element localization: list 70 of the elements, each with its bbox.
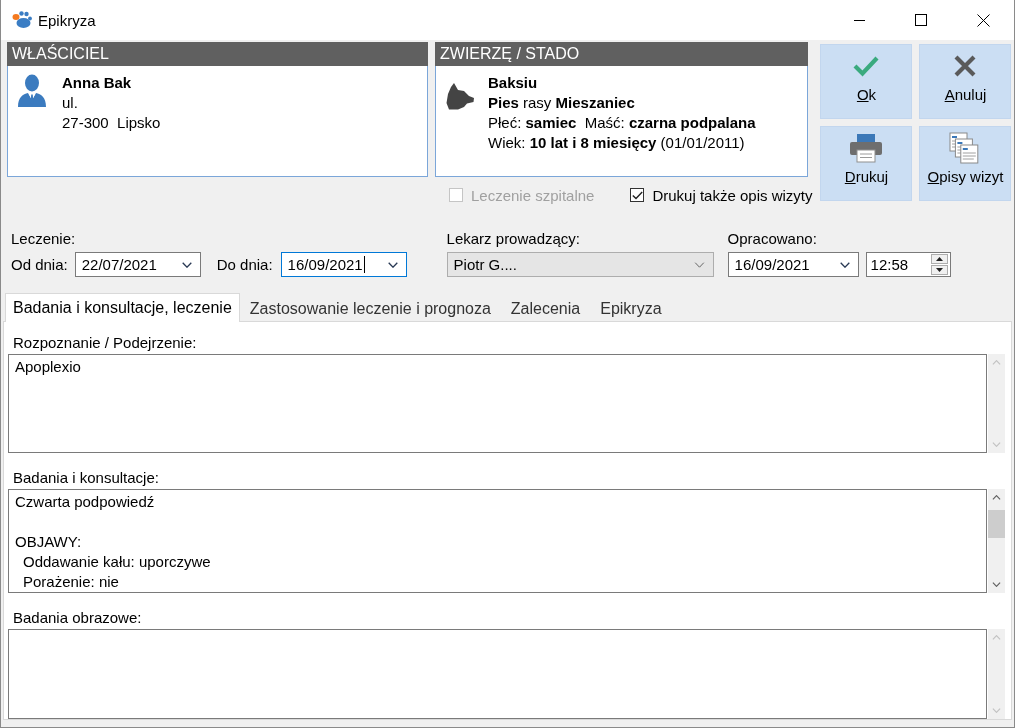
chevron-down-icon [992, 582, 1001, 587]
text-cursor-icon [363, 256, 365, 273]
panel-header: ZWIERZĘ / STADO [435, 42, 808, 66]
text-line: Apoplexio [15, 357, 82, 377]
field-label: Opracowano: [727, 231, 818, 247]
scrollbar[interactable] [988, 489, 1005, 593]
address-line: ul. [62, 93, 79, 113]
window-title: Epikryza [38, 11, 97, 29]
triangle-up-icon [935, 257, 943, 261]
field-label: Rozpoznanie / Podejrzenie: [13, 334, 198, 352]
owner-name: Anna Bak [62, 73, 133, 93]
date-field[interactable]: 16/09/2021 [727, 252, 859, 277]
spin-down-button[interactable] [930, 265, 948, 275]
text-area[interactable] [8, 629, 987, 719]
maximize-icon [915, 14, 927, 26]
visit-descriptions-button[interactable]: Opisy wizyt [919, 126, 1012, 201]
text-line: Czwarta podpowiedź [15, 492, 156, 512]
cross-icon [954, 54, 977, 77]
text-line: Porażenie: nie [22, 572, 120, 592]
scrollbar[interactable] [988, 629, 1005, 719]
chevron-up-icon [992, 635, 1001, 640]
time-field[interactable]: 12:58 [865, 252, 951, 277]
checkmark-icon [631, 190, 643, 200]
date-field[interactable]: 16/09/2021 [280, 252, 407, 277]
animal-detail: Wiek: 10 lat i 8 miesięcy (01/01/2011) [488, 133, 746, 153]
spin-up-button[interactable] [930, 254, 948, 264]
address-line: 27-300 Lipsko [62, 113, 161, 133]
chevron-down-icon [693, 261, 705, 268]
minimize-icon [853, 19, 865, 21]
checkbox[interactable] [630, 188, 645, 202]
chevron-down-icon [992, 442, 1001, 447]
person-icon [15, 73, 49, 107]
chevron-down-icon [992, 708, 1001, 713]
text-line: Oddawanie kału: uporczywe [22, 552, 212, 572]
animal-detail: Płeć: samiec Maść: czarna podpalana [488, 113, 756, 133]
chevron-down-icon [181, 261, 192, 268]
text-line: OBJAWY: [15, 532, 83, 552]
chevron-down-icon [387, 261, 398, 268]
field-label: Lekarz prowadzący: [446, 231, 581, 247]
dog-icon [445, 82, 475, 110]
triangle-down-icon [935, 268, 943, 272]
chevron-up-icon [992, 495, 1001, 500]
chevron-down-icon [839, 261, 850, 268]
field-label: Od dnia: [11, 256, 68, 273]
tab[interactable]: Zastosowanie leczenie i prognoza [239, 296, 501, 321]
cancel-button[interactable]: Anuluj [919, 44, 1012, 119]
scrollbar[interactable] [988, 354, 1005, 453]
field-label: Do dnia: [216, 256, 273, 273]
scrollbar-thumb[interactable] [988, 510, 1005, 538]
tab[interactable]: Badania i konsultacje, leczenie [5, 293, 240, 322]
panel-header: WŁAŚCICIEL [7, 42, 428, 66]
ok-button[interactable]: Ok [820, 44, 913, 119]
paw-icon [12, 11, 32, 29]
date-field[interactable]: 22/07/2021 [74, 252, 201, 277]
field-label: Leczenie: [11, 231, 77, 247]
text-area[interactable]: Czwarta podpowiedź OBJAWY: Oddawanie kału: uporczywe Porażenie: nie [8, 489, 987, 593]
printer-icon [849, 132, 884, 163]
tab[interactable]: Zalecenia [500, 296, 591, 321]
animal-name: Baksiu [488, 73, 539, 93]
tab[interactable]: Epikryza [590, 296, 672, 321]
check-icon [853, 54, 880, 77]
text-area[interactable]: Apoplexio [8, 354, 987, 453]
animal-detail: Pies rasy Mieszaniec [488, 93, 636, 113]
doctor-dropdown[interactable]: Piotr G.... [446, 252, 714, 277]
field-label: Badania i konsultacje: [13, 469, 160, 487]
print-button[interactable]: Drukuj [820, 126, 913, 201]
close-icon [976, 13, 990, 27]
field-label: Badania obrazowe: [13, 609, 143, 627]
chevron-up-icon [992, 360, 1001, 365]
checkbox-label[interactable]: Drukuj także opis wizyty [652, 186, 813, 204]
